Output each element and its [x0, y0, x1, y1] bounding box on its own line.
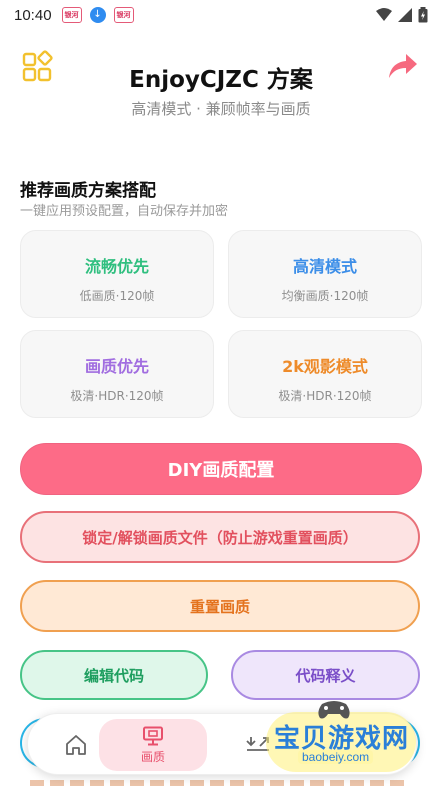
battery-icon [418, 7, 428, 23]
preset-card-quality[interactable]: 画质优先 极清·HDR·120帧 [20, 330, 214, 418]
signal-icon [398, 8, 412, 22]
notification-app-icon: 银河 [61, 7, 82, 23]
explain-code-button[interactable]: 代码释义 [231, 650, 420, 700]
app-title: EnjoyCJZC 方案 [129, 67, 313, 93]
nav-quality-label: 画质 [140, 749, 165, 764]
app-subtitle: 高清模式 · 兼顾帧率与画质 [131, 100, 311, 118]
status-indicators [376, 7, 428, 23]
diy-quality-button[interactable]: DIY画质配置 [20, 443, 422, 495]
preset-name: 2k观影模式 [282, 357, 368, 376]
watermark-url: baobeiy.com [298, 750, 374, 764]
status-bar: 10:40 银河 ↓ 银河 [0, 0, 442, 30]
lock-quality-file-button[interactable]: 锁定/解锁画质文件（防止游戏重置画质） [20, 511, 420, 563]
preset-card-hd[interactable]: 高清模式 均衡画质·120帧 [228, 230, 422, 318]
preset-desc: 极清·HDR·120帧 [70, 389, 164, 403]
home-icon [66, 735, 86, 755]
monitor-icon [143, 726, 163, 745]
preset-name: 高清模式 [292, 257, 357, 276]
download-notification-icon: ↓ [88, 7, 108, 23]
preset-desc: 均衡画质·120帧 [281, 289, 369, 303]
preset-desc: 极清·HDR·120帧 [278, 389, 372, 403]
reset-quality-button[interactable]: 重置画质 [20, 580, 420, 632]
preset-name: 画质优先 [84, 357, 149, 376]
nav-quality[interactable]: 画质 [99, 719, 207, 771]
edit-code-button[interactable]: 编辑代码 [20, 650, 208, 700]
share-icon[interactable] [388, 52, 418, 80]
preset-desc: 低画质·120帧 [79, 289, 155, 303]
section-subtitle: 一键应用预设配置，自动保存并加密 [20, 204, 229, 219]
preset-card-2k[interactable]: 2k观影模式 极清·HDR·120帧 [228, 330, 422, 418]
watermark: 宝贝游戏网 baobeiy.com [262, 694, 422, 774]
section-title: 推荐画质方案搭配 [20, 181, 156, 201]
notification-app-icon-2: 银河 [113, 7, 134, 23]
status-time: 10:40 [14, 6, 52, 24]
preset-name: 流畅优先 [84, 257, 149, 276]
wifi-icon [376, 8, 392, 21]
preset-card-smooth[interactable]: 流畅优先 低画质·120帧 [20, 230, 214, 318]
nav-home[interactable] [46, 714, 106, 776]
cut-off-text [30, 780, 410, 786]
